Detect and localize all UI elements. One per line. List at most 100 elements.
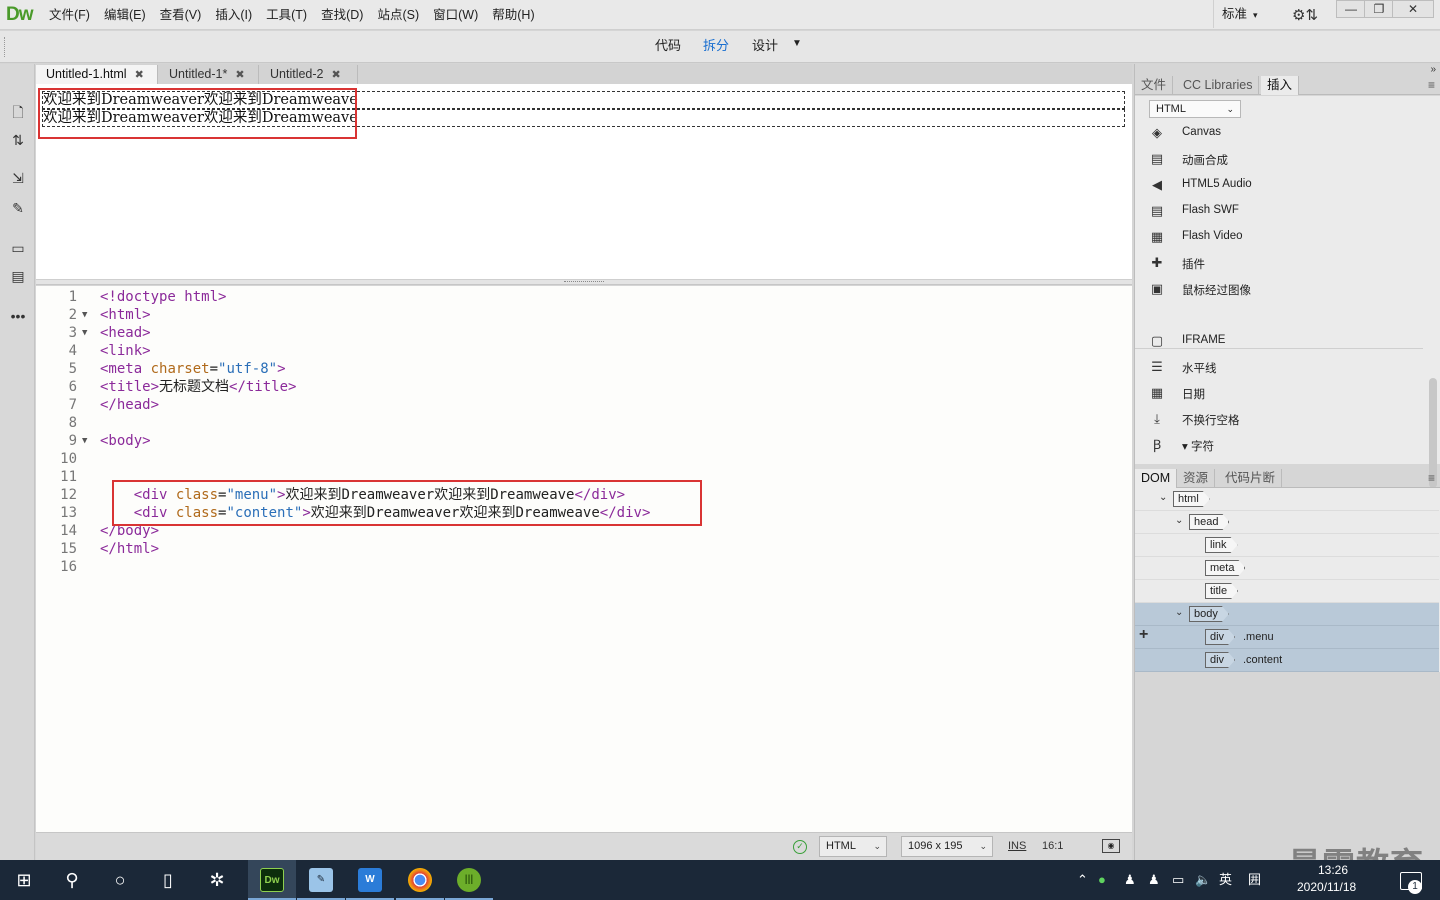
open-documents-icon[interactable]: 🗋 (8, 102, 28, 122)
insert-item[interactable]: ◀ HTML5 Audio (1135, 174, 1415, 198)
clock-time[interactable]: 13:26 (1318, 863, 1348, 877)
code-line[interactable]: 15 </html> (36, 540, 1132, 558)
close-tab-icon[interactable]: ✖ (135, 69, 144, 81)
dom-node[interactable]: link (1135, 534, 1439, 557)
dom-tag-chip[interactable]: div (1205, 629, 1235, 645)
cortana-icon[interactable]: ○ (96, 860, 144, 900)
code-line[interactable]: 6 <title>无标题文档</title> (36, 378, 1132, 396)
taskbar-chrome[interactable] (396, 860, 444, 900)
code-text[interactable]: <link> (100, 342, 151, 360)
no-errors-icon[interactable]: ✓ (793, 840, 807, 854)
dom-tag-chip[interactable]: html (1173, 491, 1210, 507)
insert-category-select[interactable]: HTML ⌄ (1149, 100, 1241, 118)
code-view[interactable]: 1 <!doctype html> 2 ▼ <html> 3 ▼ <head> 4 <link> 5… (36, 286, 1132, 832)
dom-tag-chip[interactable]: head (1189, 514, 1229, 530)
taskbar-wps[interactable]: W (346, 860, 394, 900)
code-line[interactable]: 3 ▼ <head> (36, 324, 1132, 342)
fold-toggle-icon[interactable]: ▼ (82, 432, 87, 450)
menu-item[interactable]: 窗口(W) (426, 0, 485, 30)
document-type-select[interactable]: HTML ⌄ (819, 836, 887, 857)
dom-node[interactable]: meta (1135, 557, 1439, 580)
window-size-select[interactable]: 1096 x 195 ⌄ (901, 836, 993, 857)
expand-caret-icon[interactable]: ⌄ (1159, 492, 1167, 503)
menu-item[interactable]: 帮助(H) (485, 0, 541, 30)
expand-caret-icon[interactable]: ⌄ (1175, 607, 1183, 618)
panel-tab[interactable]: 插入 (1261, 76, 1300, 95)
document-tab[interactable]: Untitled-1.html ✖ (36, 65, 158, 84)
code-line[interactable]: 7 </head> (36, 396, 1132, 414)
insert-item[interactable]: ✚ 插件 (1135, 252, 1415, 276)
insert-item[interactable]: ▣ 鼠标经过图像 (1135, 278, 1415, 302)
menu-item[interactable]: 工具(T) (259, 0, 314, 30)
restore-button[interactable]: ❐ (1364, 0, 1394, 18)
qq-icon[interactable]: ♟ (1124, 860, 1136, 900)
code-line[interactable]: 9 ▼ <body> (36, 432, 1132, 450)
taskbar-notepad[interactable]: ✎ (297, 860, 345, 900)
clock-date[interactable]: 2020/11/18 (1297, 880, 1356, 894)
code-line[interactable]: 10 (36, 450, 1132, 468)
expand-all-icon[interactable]: ⇲ (8, 168, 28, 188)
design-view[interactable]: 欢迎来到Dreamweaver欢迎来到Dreamweave 欢迎来到Dreamw… (36, 84, 1132, 280)
ime-mode[interactable]: 囲 (1248, 860, 1261, 900)
code-line[interactable]: 8 (36, 414, 1132, 432)
format-source-icon[interactable]: ✎ (8, 198, 28, 218)
insert-panel-scrollbar[interactable] (1427, 128, 1439, 488)
code-text[interactable]: <html> (100, 306, 151, 324)
workspace-switcher[interactable]: 标准 ▾ (1213, 0, 1273, 28)
close-tab-icon[interactable]: ✖ (332, 69, 341, 81)
insert-item[interactable]: ◈ Canvas (1135, 122, 1415, 146)
panel-menu-icon[interactable]: ≡ (1428, 78, 1435, 92)
code-text[interactable]: </html> (100, 540, 159, 558)
menu-item[interactable]: 站点(S) (370, 0, 426, 30)
pinwheel-app-icon[interactable]: ✲ (193, 860, 241, 900)
document-tab[interactable]: Untitled-2 ✖ (260, 65, 358, 84)
panel-tab[interactable]: DOM (1135, 469, 1178, 488)
insert-item[interactable]: ▤ Flash SWF (1135, 200, 1415, 224)
code-text[interactable]: </head> (100, 396, 159, 414)
insert-item[interactable]: Ꞵ ▾ 字符 (1135, 434, 1415, 458)
split-view-button[interactable]: 拆分 (703, 31, 729, 61)
code-view-button[interactable]: 代码 (655, 31, 681, 61)
menu-item[interactable]: 查看(V) (153, 0, 209, 30)
insert-item[interactable]: ▦ 日期 (1135, 382, 1415, 406)
design-view-button[interactable]: 设计 (752, 31, 778, 61)
qq-icon[interactable]: ♟ (1148, 860, 1160, 900)
volume-icon[interactable]: 🔈 (1195, 860, 1211, 900)
dom-node[interactable]: div .menu (1135, 626, 1439, 649)
code-line[interactable]: 1 <!doctype html> (36, 288, 1132, 306)
dom-tag-chip[interactable]: body (1189, 606, 1229, 622)
file-management-icon[interactable]: ⇅ (8, 130, 28, 150)
sync-settings-icon[interactable]: ⚙⇅ (1292, 6, 1318, 24)
insert-mode-toggle[interactable]: INS (1008, 840, 1026, 852)
code-text[interactable]: <head> (100, 324, 151, 342)
panel-tab[interactable]: 资源 (1177, 469, 1216, 488)
code-line[interactable]: 16 (36, 558, 1132, 576)
code-line[interactable]: 4 <link> (36, 342, 1132, 360)
insert-item[interactable]: ⤓ 不换行空格 (1135, 408, 1415, 432)
toolbar-grip[interactable] (4, 37, 7, 57)
code-line[interactable]: 5 <meta charset="utf-8"> (36, 360, 1132, 378)
dom-tag-chip[interactable]: div (1205, 652, 1235, 668)
panel-tab[interactable]: 代码片断 (1219, 469, 1283, 488)
code-text[interactable]: <title>无标题文档</title> (100, 378, 296, 396)
fold-toggle-icon[interactable]: ▼ (82, 324, 87, 342)
taskbar-dreamweaver[interactable]: Dw (248, 860, 296, 900)
dom-node[interactable]: ⌄ body (1135, 603, 1439, 626)
collapse-panels-icon[interactable]: » (1430, 64, 1436, 75)
dom-node[interactable]: ⌄ html (1135, 488, 1439, 511)
menu-item[interactable]: 文件(F) (42, 0, 97, 30)
document-tab[interactable]: Untitled-1* ✖ (159, 65, 259, 84)
network-icon[interactable]: ▭ (1172, 860, 1184, 900)
expand-caret-icon[interactable]: ⌄ (1175, 515, 1183, 526)
show-hidden-icons[interactable]: ⌃ (1077, 860, 1088, 900)
apply-comment-icon[interactable]: ▭ (8, 238, 28, 258)
code-text[interactable]: <!doctype html> (100, 288, 226, 306)
menu-item[interactable]: 查找(D) (314, 0, 370, 30)
panel-menu-icon[interactable]: ≡ (1428, 471, 1435, 485)
search-icon[interactable]: ⚲ (48, 860, 96, 900)
panel-tab[interactable]: CC Libraries (1177, 76, 1260, 95)
menu-item[interactable]: 编辑(E) (97, 0, 153, 30)
fold-toggle-icon[interactable]: ▼ (82, 306, 87, 324)
menu-item[interactable]: 插入(I) (208, 0, 259, 30)
dom-tag-chip[interactable]: link (1205, 537, 1238, 553)
